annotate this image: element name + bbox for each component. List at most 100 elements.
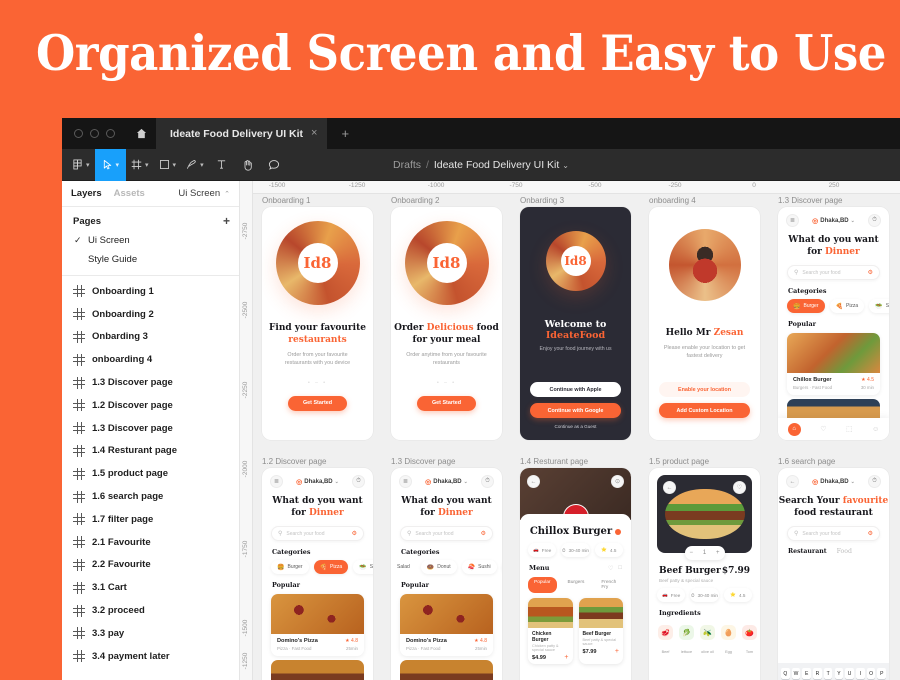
continue-as-guest-link[interactable]: Continue as a Guest (530, 424, 621, 429)
notification-bell-icon[interactable]: ⏱ (352, 475, 365, 488)
quantity-minus[interactable]: − (689, 550, 693, 556)
key-y[interactable]: Y (834, 668, 844, 679)
category-chip-donut[interactable]: 🍩 Donut (420, 560, 457, 575)
nav-home-icon[interactable]: ⌂ (787, 422, 801, 436)
shape-tool[interactable]: ▾ (154, 149, 182, 181)
layer-item[interactable]: 3.1 Cart (62, 576, 239, 599)
quantity-stepper[interactable]: − 1 + (684, 546, 725, 560)
frame-label[interactable]: 1.5 product page (649, 457, 709, 466)
close-icon[interactable]: × (311, 128, 317, 139)
artboard-onboarding-1[interactable]: Id8 Find your favourite restaurants Orde… (262, 207, 373, 440)
breadcrumb-file[interactable]: Ideate Food Delivery UI Kit (434, 159, 559, 171)
new-tab-button[interactable]: + (327, 118, 363, 149)
minimize-window-icon[interactable] (90, 129, 99, 138)
menu-tab-burgers[interactable]: Burgers (562, 577, 591, 593)
category-chips[interactable]: 🍔Burger 🍕Pizza 🥗Salad (262, 560, 373, 575)
tab-assets[interactable]: Assets (114, 188, 145, 199)
nav-cart-icon[interactable]: ⬚ (846, 425, 853, 433)
layer-item[interactable]: 1.3 Discover page (62, 371, 239, 394)
layer-item[interactable]: 2.1 Favourite (62, 531, 239, 554)
segment-food[interactable]: Food (837, 548, 852, 555)
nav-favourite-icon[interactable]: ♡ (820, 425, 826, 433)
move-tool[interactable]: ▾ (94, 148, 127, 181)
layer-item[interactable]: onboarding 4 (62, 348, 239, 371)
filter-icon[interactable]: ≣ (786, 214, 799, 227)
dish-card[interactable]: Beef Burger Beef patty & special sauce $… (578, 598, 623, 664)
category-chip-salad[interactable]: 🥗Salad (869, 299, 889, 314)
artboard-onboarding-2[interactable]: Id8 Order Delicious food for your meal O… (391, 207, 502, 440)
back-icon[interactable]: ← (786, 475, 799, 488)
frame-label[interactable]: 1.3 Discover page (391, 457, 455, 466)
home-icon[interactable] (126, 118, 156, 149)
pagination-dots[interactable]: • – • (262, 380, 373, 386)
filter-icon[interactable]: ≣ (270, 475, 283, 488)
layer-item[interactable]: 1.2 Discover page (62, 394, 239, 417)
category-chips[interactable]: 🍔Burger 🍕Pizza 🥗Salad (778, 299, 889, 314)
window-traffic-lights[interactable] (62, 118, 126, 149)
location-selector[interactable]: ◎ Dhaka,BD ⌄ (812, 478, 855, 486)
enable-location-button[interactable]: Enable your location (659, 382, 750, 397)
category-chip-salad[interactable]: Salad (391, 560, 416, 574)
category-chip-pizza[interactable]: 🍕 Pizza (313, 560, 349, 575)
hand-tool[interactable] (235, 149, 261, 181)
location-selector[interactable]: ◎ Dhaka,BD ⌄ (425, 478, 468, 486)
notification-bell-icon[interactable]: ⏱ (868, 214, 881, 227)
key-t[interactable]: T (823, 668, 833, 679)
frame-label[interactable]: 1.4 Resturant page (520, 457, 588, 466)
continue-with-apple-button[interactable]: Continue with Apple (530, 382, 621, 397)
favourite-icon[interactable]: ♡ (733, 481, 746, 494)
menu-tabs[interactable]: Popular Burgers French Fry Chicken (520, 572, 631, 593)
restaurant-card[interactable]: Domino's Pizza Pizza · Fast Food ★ 4.8 2… (400, 594, 493, 656)
category-chip-pizza[interactable]: 🍕 Pizza (829, 299, 865, 314)
layer-item[interactable]: Onboarding 2 (62, 303, 239, 326)
add-page-button[interactable]: + (223, 215, 230, 227)
figma-menu-tool[interactable]: ▾ (62, 149, 95, 181)
artboard-product-page[interactable]: ← ♡ − 1 + Beef Burger Beef patty & speci… (649, 468, 760, 680)
layer-item[interactable]: 1.7 filter page (62, 508, 239, 531)
page-item-style-guide[interactable]: ✓ Style Guide (62, 250, 239, 269)
search-input[interactable]: ⚲ Search your food ⚙ (787, 526, 880, 542)
more-options-icon[interactable]: ⊙ (611, 475, 624, 488)
category-chip-sushi[interactable]: 🍣 Sushi (461, 560, 497, 575)
get-started-button[interactable]: Get Started (288, 395, 347, 411)
search-input[interactable]: ⚲ Search your food ⚙ (271, 526, 364, 542)
text-tool[interactable] (209, 149, 235, 181)
frame-tool[interactable]: ▾ (126, 149, 154, 181)
artboards-area[interactable]: Onboarding 1 Onboarding 2 Onbarding 3 on… (253, 194, 900, 680)
artboard-search-page[interactable]: ← ◎ Dhaka,BD ⌄ ⏱ Search Your favourite f… (778, 468, 889, 680)
key-u[interactable]: U (845, 668, 854, 679)
continue-with-google-button[interactable]: Continue with Google (530, 403, 621, 418)
segment-restaurant[interactable]: Restaurant (788, 548, 827, 555)
category-chip-burger[interactable]: 🍔 Burger (787, 299, 825, 314)
share-icon[interactable]: □ (618, 565, 622, 572)
artboard-discover-page-12[interactable]: ≣ ◎ Dhaka,BD ⌄ ⏱ What do you want for Di… (262, 468, 373, 680)
page-selector[interactable]: Ui Screen ⌃ (178, 188, 230, 199)
frame-label[interactable]: onboarding 4 (649, 196, 696, 205)
key-e[interactable]: E (802, 668, 811, 679)
category-chips[interactable]: Salad 🍩Donut 🍣Sushi 🍜Rame (391, 560, 502, 575)
frame-label[interactable]: 1.3 Discover page (778, 196, 842, 205)
frame-label[interactable]: 1.6 search page (778, 457, 835, 466)
add-to-cart-icon[interactable]: + (615, 648, 619, 655)
filter-icon[interactable]: ≣ (399, 475, 412, 488)
zoom-window-icon[interactable] (106, 129, 115, 138)
pagination-dots[interactable]: • – • (391, 380, 502, 386)
chevron-down-icon[interactable]: ⌄ (562, 161, 569, 170)
search-input[interactable]: ⚲ Search your food ⚙ (400, 526, 493, 542)
search-input[interactable]: ⚲ Search your food ⚙ (787, 265, 880, 281)
artboard-discover-page-13b[interactable]: ≣ ◎ Dhaka,BD ⌄ ⏱ What do you want for Di… (391, 468, 502, 680)
frame-label[interactable]: Onbarding 3 (520, 196, 564, 205)
location-selector[interactable]: ◎ Dhaka,BD ⌄ (812, 217, 855, 225)
chevron-down-icon[interactable]: ▾ (145, 161, 149, 169)
location-selector[interactable]: ◎ Dhaka,BD ⌄ (296, 478, 339, 486)
add-to-cart-icon[interactable]: + (564, 654, 568, 661)
layer-item[interactable]: 1.4 Resturant page (62, 440, 239, 463)
bottom-navigation[interactable]: ⌂ ♡ ⬚ ☺ (778, 418, 889, 440)
key-p[interactable]: P (877, 668, 886, 679)
layer-item[interactable]: 1.3 Discover page (62, 417, 239, 440)
artboard-discover-page-13[interactable]: ≣ ◎ Dhaka,BD ⌄ ⏱ What do you want for Di… (778, 207, 889, 440)
restaurant-image-secondary[interactable] (400, 659, 493, 680)
artboard-onboarding-4[interactable]: Hello Mr Zesan Please enable your locati… (649, 207, 760, 440)
category-chip-salad[interactable]: 🥗Salad (353, 560, 373, 575)
layer-item[interactable]: Onbarding 3 (62, 326, 239, 349)
